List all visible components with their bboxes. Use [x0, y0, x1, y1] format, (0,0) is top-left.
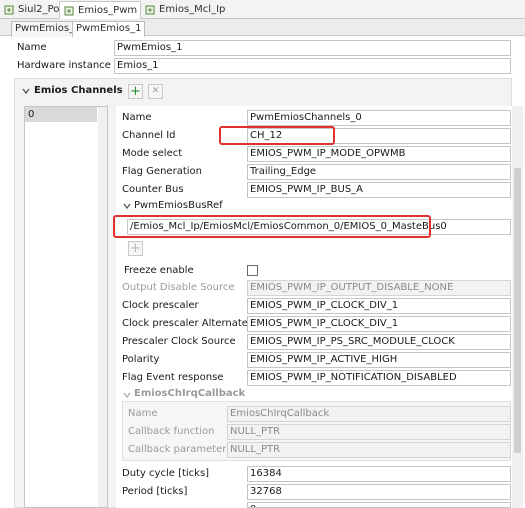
counter-bus-label: Counter Bus: [122, 184, 184, 195]
name-field[interactable]: PwmEmios_1: [114, 40, 511, 56]
callback-parameter-label: Callback parameter: [128, 444, 227, 455]
channel-list-scrollbar[interactable]: [98, 107, 107, 507]
mode-select-label: Mode select: [122, 148, 183, 159]
polarity-field[interactable]: EMIOS_PWM_IP_ACTIVE_HIGH: [247, 352, 511, 368]
duty-cycle-field[interactable]: 16384: [247, 466, 511, 482]
chevron-down-icon[interactable]: [22, 87, 30, 95]
config-file-icon: [64, 6, 74, 16]
clock-prescaler-label: Clock prescaler: [122, 300, 199, 311]
editor-tab-emios-pwm[interactable]: Emios_Pwm ✕: [59, 1, 152, 19]
callback-function-label: Callback function: [128, 426, 215, 437]
chevron-down-icon[interactable]: [123, 391, 131, 399]
freeze-enable-checkbox[interactable]: [247, 265, 258, 276]
channel-id-highlight: [219, 126, 335, 145]
channel-name-label: Name: [122, 112, 152, 123]
flag-event-label: Flag Event response: [122, 372, 224, 383]
counter-bus-field[interactable]: EMIOS_PWM_IP_BUS_A: [247, 182, 511, 198]
flag-event-field[interactable]: EMIOS_PWM_IP_NOTIFICATION_DISABLED: [247, 370, 511, 386]
emios-channels-title: Emios Channels: [34, 85, 123, 96]
details-scrollbar-thumb[interactable]: [514, 168, 521, 453]
list-item[interactable]: 0: [25, 107, 97, 122]
busref-highlight: [113, 215, 431, 238]
hardware-instance-field[interactable]: Emios_1: [114, 58, 511, 74]
chevron-down-icon[interactable]: [123, 202, 131, 210]
add-busref-button[interactable]: +: [128, 241, 143, 256]
polarity-label: Polarity: [122, 354, 160, 365]
flag-generation-label: Flag Generation: [122, 166, 202, 177]
config-file-icon: [4, 5, 14, 15]
editor-tab-emios-mcl-ip[interactable]: Emios_Mcl_Ip: [141, 1, 229, 19]
output-disable-field[interactable]: EMIOS_PWM_IP_OUTPUT_DISABLE_NONE: [247, 280, 511, 296]
flag-generation-field[interactable]: Trailing_Edge: [247, 164, 511, 180]
freeze-enable-label: Freeze enable: [124, 265, 194, 276]
remove-channel-button[interactable]: ✕: [148, 84, 163, 99]
tab-pwmemios-1[interactable]: PwmEmios_1: [72, 21, 146, 37]
name-label: Name: [17, 42, 47, 53]
callback-title: EmiosChIrqCallback: [134, 388, 246, 399]
callback-function-field[interactable]: NULL_PTR: [227, 424, 511, 440]
phase-shift-field[interactable]: 0: [247, 502, 511, 508]
period-label: Period [ticks]: [122, 486, 188, 497]
channel-id-label: Channel Id: [122, 130, 176, 141]
mode-select-field[interactable]: EMIOS_PWM_IP_MODE_OPWMB: [247, 146, 511, 162]
clock-prescaler-alt-label: Clock prescaler Alternate: [122, 318, 248, 329]
tab-label: Emios_Pwm: [78, 5, 138, 16]
channel-name-field[interactable]: PwmEmiosChannels_0: [247, 110, 511, 126]
duty-cycle-label: Duty cycle [ticks]: [122, 468, 210, 479]
channel-list: [24, 106, 108, 508]
add-channel-button[interactable]: +: [128, 84, 143, 99]
callback-name-field[interactable]: EmiosChIrqCallback: [227, 406, 511, 422]
clock-prescaler-field[interactable]: EMIOS_PWM_IP_CLOCK_DIV_1: [247, 298, 511, 314]
busref-title: PwmEmiosBusRef: [134, 200, 223, 211]
callback-name-label: Name: [128, 408, 158, 419]
prescaler-source-label: Prescaler Clock Source: [122, 336, 236, 347]
period-field[interactable]: 32768: [247, 484, 511, 500]
config-file-icon: [145, 5, 155, 15]
output-disable-label: Output Disable Source: [122, 282, 235, 293]
hardware-instance-label: Hardware instance: [17, 60, 111, 71]
clock-prescaler-alt-field[interactable]: EMIOS_PWM_IP_CLOCK_DIV_1: [247, 316, 511, 332]
callback-parameter-field[interactable]: NULL_PTR: [227, 442, 511, 458]
tab-label: Emios_Mcl_Ip: [159, 4, 226, 15]
prescaler-source-field[interactable]: EMIOS_PWM_IP_PS_SRC_MODULE_CLOCK: [247, 334, 511, 350]
